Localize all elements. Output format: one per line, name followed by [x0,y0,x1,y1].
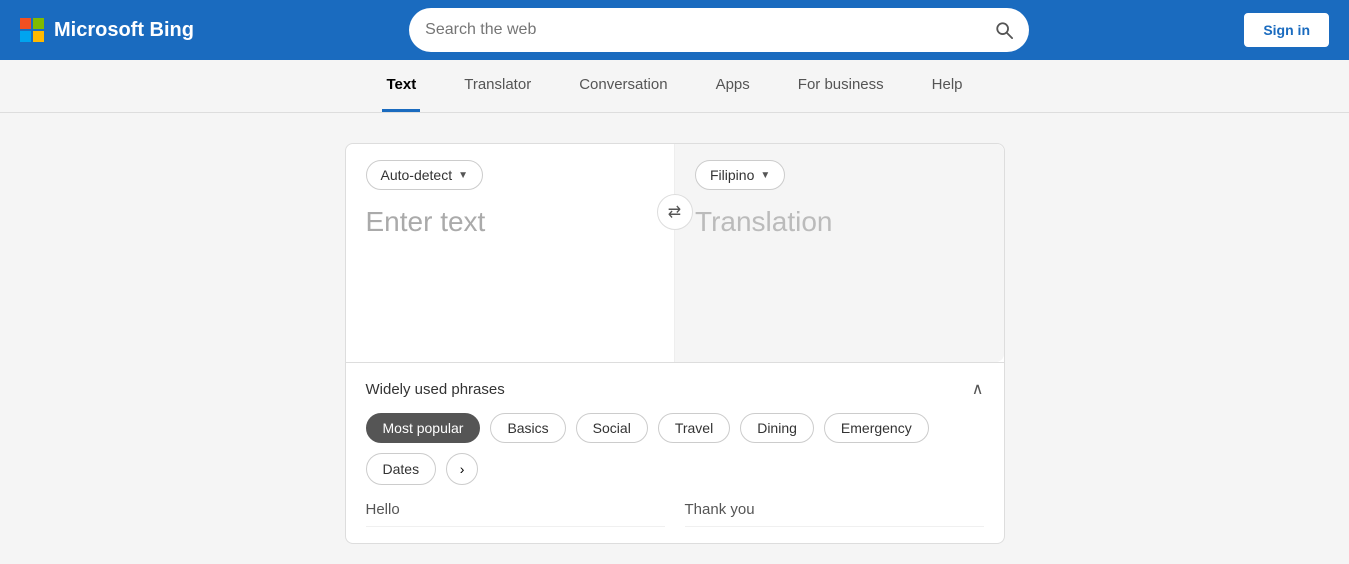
phrase-tag-most-popular[interactable]: Most popular [366,413,481,443]
logo-area: Microsoft Bing [20,18,194,42]
phrase-tag-dates[interactable]: Dates [366,453,437,485]
nav: Text Translator Conversation Apps For bu… [0,60,1349,113]
phrase-item-thankyou[interactable]: Thank you [685,501,984,527]
source-lang-dropdown[interactable]: Auto-detect ▼ [366,160,484,190]
target-lang-chevron-icon: ▼ [760,170,770,181]
search-bar [409,8,1029,52]
target-lang-label: Filipino [710,167,754,183]
phrase-tag-emergency[interactable]: Emergency [824,413,929,443]
search-input[interactable] [425,21,995,39]
phrases-header: Widely used phrases ∧ [366,379,984,399]
phrases-section: Widely used phrases ∧ Most popular Basic… [345,363,1005,544]
nav-item-for-business[interactable]: For business [794,60,888,112]
translation-panels: Auto-detect ▼ Enter text ⇄ Filipino ▼ Tr… [345,143,1005,363]
target-lang-wrap: Filipino ▼ [695,160,984,190]
logo-square-blue [20,31,31,42]
logo-text: Microsoft Bing [54,19,194,42]
phrases-title: Widely used phrases [366,381,505,398]
nav-item-text[interactable]: Text [382,60,420,112]
collapse-phrases-button[interactable]: ∧ [972,379,984,399]
nav-item-apps[interactable]: Apps [712,60,754,112]
main-content: Auto-detect ▼ Enter text ⇄ Filipino ▼ Tr… [0,113,1349,544]
bing-logo-squares [20,18,44,42]
collapse-icon: ∧ [972,381,984,398]
search-icon [995,21,1013,39]
source-lang-label: Auto-detect [381,167,453,183]
source-lang-chevron-icon: ▼ [458,170,468,181]
phrases-row: Hello Thank you [366,501,984,527]
logo-square-green [33,18,44,29]
next-icon: › [460,461,465,477]
header: Microsoft Bing Sign in [0,0,1349,60]
target-text-placeholder: Translation [695,206,984,238]
phrase-tag-social[interactable]: Social [576,413,648,443]
nav-item-conversation[interactable]: Conversation [575,60,671,112]
search-button[interactable] [995,21,1013,39]
source-panel: Auto-detect ▼ Enter text [346,144,676,362]
source-lang-wrap: Auto-detect ▼ [366,160,655,190]
target-lang-dropdown[interactable]: Filipino ▼ [695,160,785,190]
phrase-tag-travel[interactable]: Travel [658,413,730,443]
logo-square-red [20,18,31,29]
target-panel: Filipino ▼ Translation [675,144,1004,362]
swap-languages-button[interactable]: ⇄ [657,194,693,230]
phrase-tags-next-button[interactable]: › [446,453,478,485]
phrase-tags: Most popular Basics Social Travel Dining… [366,413,984,485]
swap-icon: ⇄ [668,202,681,222]
sign-in-button[interactable]: Sign in [1244,13,1329,47]
phrase-item-hello[interactable]: Hello [366,501,665,527]
phrase-tag-dining[interactable]: Dining [740,413,814,443]
search-bar-wrap [214,8,1224,52]
logo-square-yellow [33,31,44,42]
source-text-placeholder[interactable]: Enter text [366,206,655,238]
phrase-tag-basics[interactable]: Basics [490,413,565,443]
nav-item-help[interactable]: Help [928,60,967,112]
nav-item-translator[interactable]: Translator [460,60,535,112]
